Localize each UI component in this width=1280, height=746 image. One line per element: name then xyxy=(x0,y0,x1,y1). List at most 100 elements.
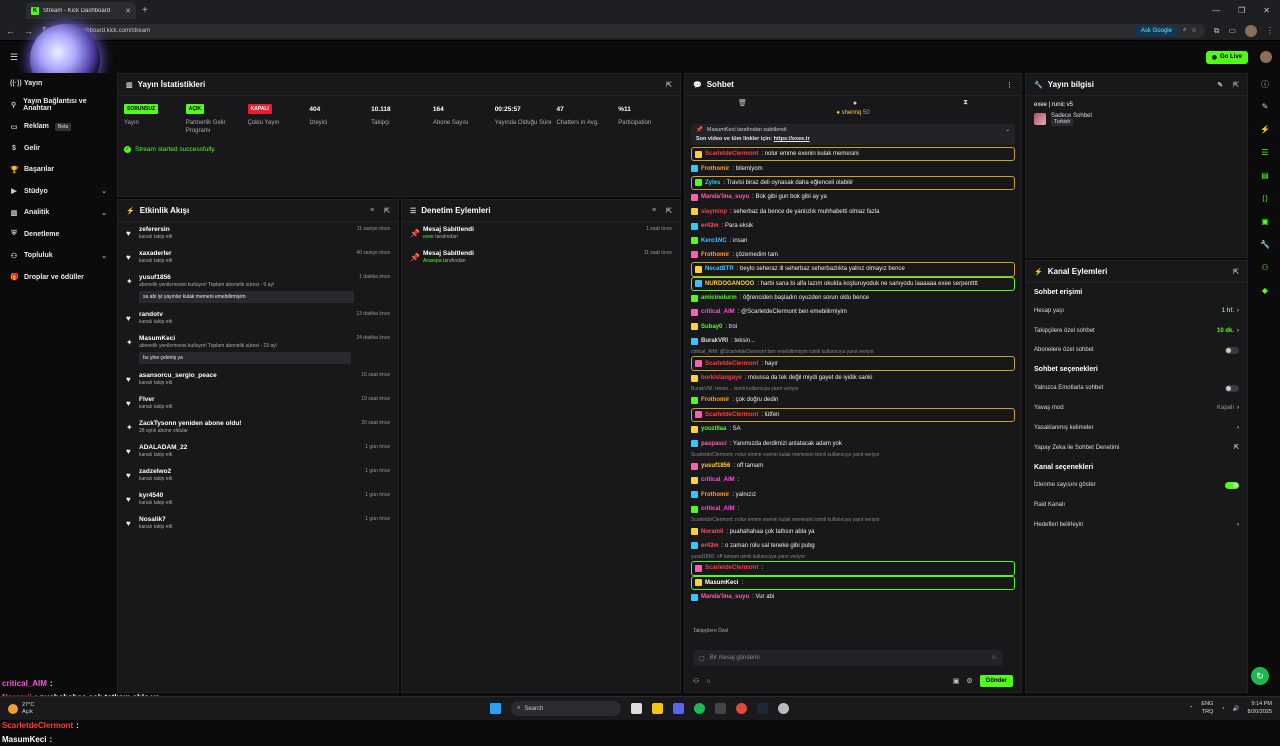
forward-icon[interactable]: → xyxy=(24,26,33,36)
chat-username[interactable]: youzillaa xyxy=(701,426,726,432)
chat-message[interactable]: Noramii: puahahahaa çok tatlısın abla ya xyxy=(691,524,1015,538)
popout-icon[interactable]: ⇱ xyxy=(1233,81,1239,89)
terminal-icon[interactable] xyxy=(715,703,726,714)
chat-username[interactable]: NURDOGANOOO xyxy=(705,281,754,287)
url-field[interactable]: ⊜ dashboard.kick.com/stream Ask Google ⌕… xyxy=(58,23,1205,38)
close-tab-icon[interactable]: ✕ xyxy=(125,7,131,15)
sidebar-item-9[interactable]: 🎁 Droplar ve ödüller xyxy=(0,267,117,289)
chevron-down-icon[interactable]: ⌄ xyxy=(1005,127,1010,133)
chat-message[interactable]: NURDOGANOOO: harbi sana bi alfa lazım ok… xyxy=(691,276,1015,291)
chat-username[interactable]: BurakVRI xyxy=(701,338,728,344)
chat-message[interactable]: BurakVRI: teksin... xyxy=(691,334,1015,348)
setting-row[interactable]: Hesap yaşı 1 hf. › xyxy=(1026,301,1247,321)
chevron-right-icon[interactable]: › xyxy=(1237,425,1239,431)
chat-message[interactable]: Subay0: troi xyxy=(691,320,1015,334)
code-icon[interactable]: ⟨⟩ xyxy=(1260,194,1270,204)
back-icon[interactable]: ← xyxy=(6,26,15,36)
chat-message[interactable]: yusuf1856: off tamam xyxy=(691,459,1015,473)
sidebar-item-6[interactable]: ▥ Analitik ⌄ xyxy=(0,202,117,224)
chat-icon[interactable]: ▤ xyxy=(1260,171,1270,181)
menu-icon[interactable]: ⋮ xyxy=(1266,26,1274,35)
diamond-icon[interactable]: ◆ xyxy=(1260,286,1270,296)
wifi-icon[interactable]: ◔ xyxy=(1221,706,1224,712)
extensions-icon[interactable]: ⧉ xyxy=(1214,26,1220,36)
chat-message[interactable]: critical_AIM: xyxy=(691,502,1015,516)
chat-message[interactable]: ScarletdeClermont: nolur emme exenin kul… xyxy=(691,147,1015,162)
chat-username[interactable]: Noramii xyxy=(701,529,723,535)
chat-username[interactable]: paspasci xyxy=(701,441,727,447)
chat-username[interactable]: Zyles xyxy=(705,180,720,186)
pinned-message[interactable]: 📌 MasumKeci tarafından sabitlendi ⌄ Son vi… xyxy=(691,124,1015,145)
volume-icon[interactable]: 🔊 xyxy=(1233,706,1240,712)
sidebar-item-1[interactable]: ⚲ Yayın Bağlantısı ve Anahtarı xyxy=(0,95,117,117)
setting-row[interactable]: Hedefleri belirleyin › xyxy=(1026,515,1247,535)
chat-message[interactable]: Frothomir: çok doğru dedin xyxy=(691,393,1015,407)
chat-username[interactable]: Frothomir xyxy=(701,252,729,258)
setting-row[interactable]: Abonelere özel sohbet xyxy=(1026,341,1247,361)
toggle-switch[interactable] xyxy=(1225,346,1239,354)
steam-icon[interactable] xyxy=(757,703,768,714)
edit-icon[interactable]: ✎ xyxy=(1217,81,1223,89)
chevron-right-icon[interactable]: › xyxy=(1237,328,1239,334)
file-explorer-icon[interactable] xyxy=(652,703,663,714)
support-button[interactable]: ↻ xyxy=(1251,667,1269,685)
chat-message[interactable]: MasumKeci: xyxy=(691,575,1015,590)
chat-username[interactable]: yusuf1856 xyxy=(701,463,730,469)
sidebar-item-8[interactable]: ⚇ Topluluk ⌄ xyxy=(0,245,117,267)
go-live-button[interactable]: ◉ Go Live xyxy=(1205,50,1248,64)
settings-icon[interactable]: ⚙ xyxy=(966,677,972,685)
chat-message[interactable]: youzillaa: SA xyxy=(691,422,1015,436)
chat-username[interactable]: Manda'lina_suyu xyxy=(701,194,749,200)
hourglass-icon[interactable]: ⧗ xyxy=(963,99,968,107)
sidebar-item-3[interactable]: $ Gelir xyxy=(0,138,117,160)
toggle-switch[interactable] xyxy=(1225,384,1239,392)
chat-message[interactable]: Kero1NC: insan xyxy=(691,233,1015,247)
chat-message[interactable]: paspasci: Yanımızda derdimizi anlatacak … xyxy=(691,436,1015,450)
weather-widget[interactable]: 27°C Açık xyxy=(8,702,34,715)
chat-username[interactable]: Kero1NC xyxy=(701,238,727,244)
browser-tab[interactable]: K Stream - Kick Dashboard ✕ xyxy=(26,2,136,19)
pinned-link[interactable]: https://exee.tr xyxy=(774,136,810,142)
setting-row[interactable]: Takipçilere özel sohbet 10 dk. › xyxy=(1026,321,1247,341)
setting-row[interactable]: İzlenme sayısını göster xyxy=(1026,476,1247,496)
chat-message[interactable]: slaymiop: seherbaz da bence de yanlızlık… xyxy=(691,205,1015,219)
chat-input[interactable]: ▢ Bir mesaj gönderin ☺ xyxy=(693,650,1003,666)
chat-message[interactable]: amicinolurm: öğrenciden başladın oyuzden… xyxy=(691,291,1015,305)
hamburger-icon[interactable]: ☰ xyxy=(10,52,18,63)
spotify-icon[interactable] xyxy=(694,703,705,714)
zoom-icon[interactable]: ⌕ xyxy=(1183,27,1186,34)
chat-username[interactable]: Frothomir xyxy=(701,397,729,403)
filter-icon[interactable]: ≡ xyxy=(652,207,656,215)
pencil-icon[interactable]: ✎ xyxy=(1260,102,1270,112)
chat-message[interactable]: Frothomir: yalnızız xyxy=(691,488,1015,502)
chat-username[interactable]: ScarletdeClermont xyxy=(705,151,758,157)
bookmark-star-icon[interactable]: ☆ xyxy=(1191,27,1196,34)
setting-row[interactable]: Yavaş mod Kapalı › xyxy=(1026,398,1247,418)
more-icon[interactable]: ⋮ xyxy=(1006,81,1013,89)
setting-row[interactable]: Yapay Zeka ile Sohbet Denetimi ⇱ xyxy=(1026,438,1247,458)
chat-message[interactable]: critical_AIM: @ScarletdeClermont ben eme… xyxy=(691,305,1015,319)
chat-username[interactable]: Subay0 xyxy=(701,324,722,330)
profile-avatar[interactable] xyxy=(1245,24,1257,37)
chat-message[interactable]: Frothomir: çözemedim tam xyxy=(691,248,1015,262)
sidebar-item-4[interactable]: 🏆 Başarılar xyxy=(0,159,117,181)
maximize-icon[interactable]: ❐ xyxy=(1238,6,1245,15)
windows-start-icon[interactable] xyxy=(490,703,501,714)
sidebar-item-7[interactable]: ⛨ Denetleme xyxy=(0,224,117,246)
people-icon[interactable]: ⚇ xyxy=(1260,263,1270,273)
sidebar-item-5[interactable]: ▶ Stüdyo ⌄ xyxy=(0,181,117,203)
chevron-down-icon[interactable]: ⌄ xyxy=(101,209,107,217)
external-link-icon[interactable]: ⇱ xyxy=(1234,444,1239,451)
send-button[interactable]: Gönder xyxy=(979,675,1013,687)
chat-message[interactable]: burkistangaye: moussa da tek değil miydi… xyxy=(691,371,1015,385)
chat-username[interactable]: er43m xyxy=(701,223,719,229)
chat-username[interactable]: ScarletdeClermont xyxy=(705,565,758,571)
chat-rules-icon[interactable]: ▣ xyxy=(953,677,960,685)
chrome-icon[interactable] xyxy=(736,703,747,714)
discord-icon[interactable] xyxy=(673,703,684,714)
chat-username[interactable]: NecatBTR xyxy=(705,266,734,272)
sidebar-icon[interactable]: ▭ xyxy=(1228,26,1236,35)
trash-icon[interactable]: 🗑 xyxy=(738,99,747,107)
chat-username[interactable]: critical_AIM xyxy=(701,506,735,512)
toggle-switch[interactable] xyxy=(1225,481,1239,489)
